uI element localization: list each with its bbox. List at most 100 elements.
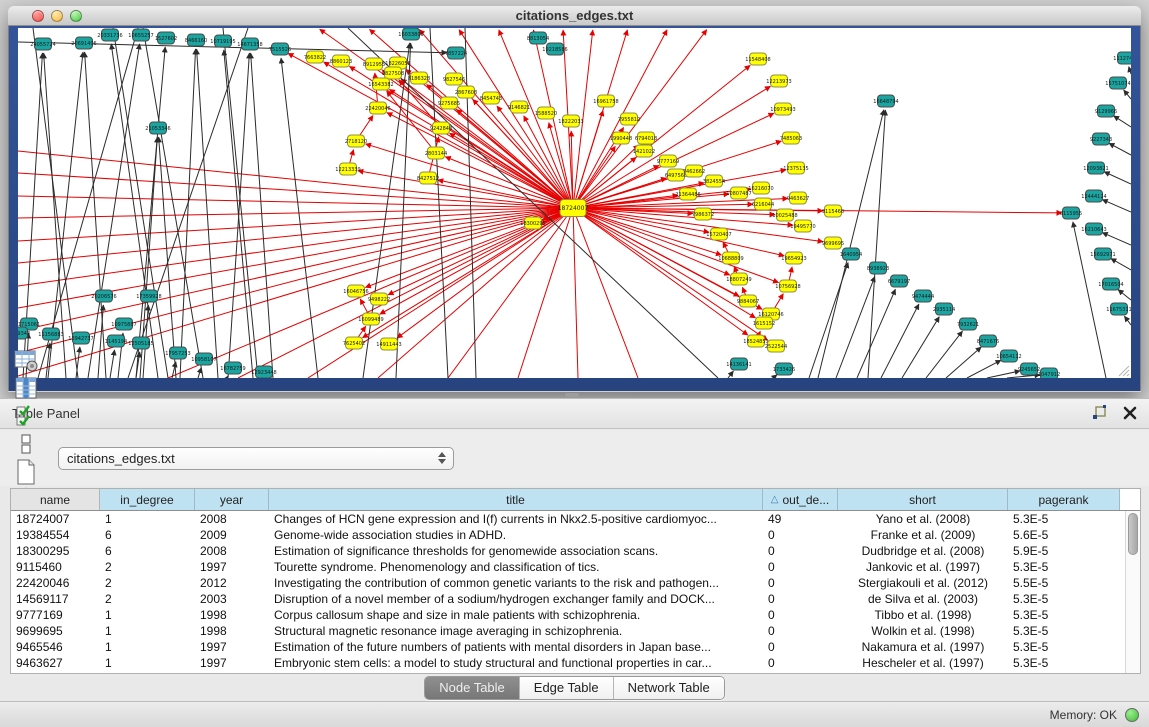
table-row[interactable]: 969969511998Structural magnetic resonanc… [11,623,1140,639]
column-header-out_de[interactable]: △out_de... [763,489,838,510]
teal-node[interactable]: 7857224 [445,47,467,59]
minimize-window-button[interactable] [51,10,63,22]
yellow-node[interactable]: 12375135 [783,162,808,174]
table-cell[interactable]: 9115460 [11,559,100,575]
table-cell[interactable]: Tourette syndrome. Phenomenology and cla… [269,559,763,575]
table-cell[interactable]: 5.9E-5 [1008,543,1120,559]
yellow-node[interactable]: 1421022 [633,145,655,157]
teal-node[interactable]: 8115955 [1060,207,1082,219]
yellow-node[interactable]: 16216070 [748,182,773,194]
table-cell[interactable]: Estimation of the future numbers of pati… [269,639,763,655]
yellow-node[interactable]: 9884067 [737,295,759,307]
yellow-node[interactable]: 1990448 [610,132,632,144]
teal-node[interactable]: 11127433 [1113,52,1131,64]
yellow-node[interactable]: 6794018 [635,132,657,144]
teal-node[interactable]: 10975887 [111,318,136,330]
yellow-node[interactable]: 9827508 [382,67,404,79]
teal-node[interactable]: 8813054 [527,32,549,44]
table-cell[interactable]: 22420046 [11,575,100,591]
table-cell[interactable]: 5.5E-5 [1008,575,1120,591]
new-table-icon[interactable] [12,458,40,486]
teal-node[interactable]: 2935114 [933,303,955,315]
teal-node[interactable]: 8471676 [977,335,999,347]
tab-network-table[interactable]: Network Table [614,677,724,699]
table-cell[interactable]: 1997 [195,655,269,671]
yellow-node[interactable]: 7955812 [618,113,640,125]
table-cell[interactable]: 1 [100,639,195,655]
table-cell[interactable]: 0 [763,527,838,543]
table-cell[interactable]: 6 [100,527,195,543]
table-cell[interactable]: de Silva et al. (2003) [838,591,1008,607]
table-cell[interactable]: Dudbridge et al. (2008) [838,543,1008,559]
teal-node[interactable]: 12505185 [128,337,153,349]
teal-node[interactable]: 20691406 [71,37,96,49]
zoom-window-button[interactable] [70,10,82,22]
yellow-node[interactable]: 10756928 [775,280,800,292]
teal-node[interactable]: 7515526 [269,43,291,55]
yellow-node[interactable]: 8860123 [330,55,352,67]
table-cell[interactable]: 1 [100,623,195,639]
yellow-node[interactable]: 9242848 [430,122,452,134]
table-cell[interactable]: 0 [763,655,838,671]
yellow-node[interactable]: 10973493 [770,103,795,115]
yellow-node[interactable]: 18222033 [558,115,583,127]
yellow-node[interactable]: 8186328 [408,72,430,84]
teal-node[interactable]: 15751074 [1105,77,1130,89]
yellow-node[interactable]: 7485063 [780,132,802,144]
table-cell[interactable]: Disruption of a novel member of a sodium… [269,591,763,607]
yellow-node[interactable]: 8454743 [480,92,502,104]
table-cell[interactable]: Franke et al. (2009) [838,527,1008,543]
yellow-node[interactable]: 9498222 [368,293,390,305]
yellow-node[interactable]: 7462662 [683,165,705,177]
table-cell[interactable]: Embryonic stem cells: a model to study s… [269,655,763,671]
table-cell[interactable]: 0 [763,639,838,655]
teal-node[interactable]: 16782759 [220,362,245,374]
table-cell[interactable]: 1 [100,655,195,671]
table-cell[interactable]: 5.3E-5 [1008,639,1120,655]
yellow-node[interactable]: 7625402 [343,337,365,349]
yellow-node[interactable]: 8912955 [363,58,385,70]
table-cell[interactable]: 5.6E-5 [1008,527,1120,543]
yellow-node[interactable]: 12213973 [766,75,791,87]
table-cell[interactable]: 2 [100,575,195,591]
table-cell[interactable]: 9463627 [11,655,100,671]
teal-node[interactable]: 10719195 [210,35,235,47]
table-row[interactable]: 977716911998Corpus callosum shape and si… [11,607,1140,623]
teal-node[interactable]: 21053346 [145,122,170,134]
teal-node[interactable]: 9474444 [912,290,934,302]
table-cell[interactable]: Hescheler et al. (1997) [838,655,1008,671]
teal-node[interactable]: 6679197 [888,275,910,287]
table-cell[interactable]: 9465546 [11,639,100,655]
column-header-in_degree[interactable]: in_degree [100,489,195,510]
table-cell[interactable]: 5.3E-5 [1008,511,1120,527]
table-cell[interactable]: 9699695 [11,623,100,639]
table-cell[interactable]: Nakamura et al. (1997) [838,639,1008,655]
memory-status-indicator[interactable] [1125,708,1139,722]
table-cell[interactable]: 5.3E-5 [1008,607,1120,623]
column-header-title[interactable]: title [269,489,763,510]
yellow-node[interactable]: 7663822 [304,51,326,63]
table-cell[interactable]: Jankovic et al. (1997) [838,559,1008,575]
teal-node[interactable]: 1527602 [155,32,177,44]
yellow-node[interactable]: 9463627 [787,192,809,204]
yellow-node[interactable]: 18807249 [726,273,751,285]
teal-node[interactable]: 1733426 [773,363,795,375]
yellow-node[interactable]: 7986372 [692,208,714,220]
yellow-node[interactable]: 9115460 [822,205,844,217]
teal-node[interactable]: 11675311 [1106,303,1131,315]
table-cell[interactable]: 2 [100,559,195,575]
teal-node[interactable]: 10655257 [128,29,153,41]
yellow-node[interactable]: 8427512 [417,172,439,184]
table-cell[interactable]: 0 [763,623,838,639]
yellow-node[interactable]: 9699695 [822,237,844,249]
yellow-node[interactable]: 9827546 [443,73,465,85]
table-cell[interactable]: 19384554 [11,527,100,543]
yellow-node[interactable]: 16961758 [593,95,618,107]
table-row[interactable]: 1456911722003Disruption of a novel membe… [11,591,1140,607]
panel-splitter-handle[interactable] [565,393,579,397]
column-header-pagerank[interactable]: pagerank [1008,489,1120,510]
teal-node[interactable]: 16648794 [873,95,898,107]
resize-grip-icon[interactable] [1116,363,1130,377]
teal-node[interactable]: 1047912 [1038,368,1060,378]
table-cell[interactable]: 0 [763,607,838,623]
